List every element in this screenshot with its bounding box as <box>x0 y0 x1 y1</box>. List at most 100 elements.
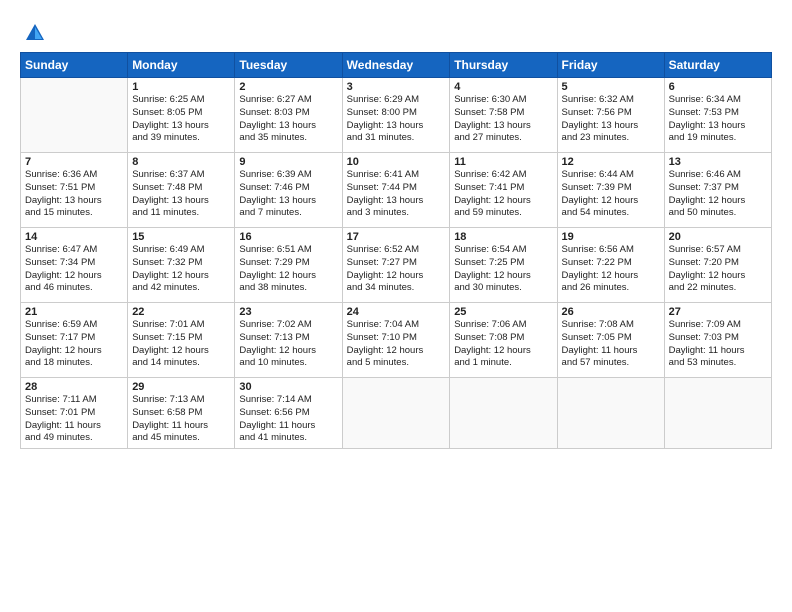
day-info: Sunrise: 6:32 AM Sunset: 7:56 PM Dayligh… <box>562 94 660 145</box>
day-number: 9 <box>239 156 337 168</box>
day-info: Sunrise: 6:59 AM Sunset: 7:17 PM Dayligh… <box>25 319 123 370</box>
day-info: Sunrise: 7:06 AM Sunset: 7:08 PM Dayligh… <box>454 319 552 370</box>
calendar-cell: 3Sunrise: 6:29 AM Sunset: 8:00 PM Daylig… <box>342 78 450 153</box>
calendar-cell: 2Sunrise: 6:27 AM Sunset: 8:03 PM Daylig… <box>235 78 342 153</box>
weekday-header: Monday <box>128 53 235 78</box>
weekday-header: Tuesday <box>235 53 342 78</box>
calendar-cell: 6Sunrise: 6:34 AM Sunset: 7:53 PM Daylig… <box>664 78 771 153</box>
calendar-cell: 21Sunrise: 6:59 AM Sunset: 7:17 PM Dayli… <box>21 303 128 378</box>
calendar-cell: 19Sunrise: 6:56 AM Sunset: 7:22 PM Dayli… <box>557 228 664 303</box>
calendar-week-row: 7Sunrise: 6:36 AM Sunset: 7:51 PM Daylig… <box>21 153 772 228</box>
day-number: 13 <box>669 156 767 168</box>
calendar-cell: 26Sunrise: 7:08 AM Sunset: 7:05 PM Dayli… <box>557 303 664 378</box>
day-number: 23 <box>239 306 337 318</box>
day-number: 25 <box>454 306 552 318</box>
calendar-cell <box>557 378 664 449</box>
day-info: Sunrise: 6:37 AM Sunset: 7:48 PM Dayligh… <box>132 169 230 220</box>
day-info: Sunrise: 7:09 AM Sunset: 7:03 PM Dayligh… <box>669 319 767 370</box>
day-info: Sunrise: 7:04 AM Sunset: 7:10 PM Dayligh… <box>347 319 446 370</box>
day-info: Sunrise: 6:25 AM Sunset: 8:05 PM Dayligh… <box>132 94 230 145</box>
day-number: 30 <box>239 381 337 393</box>
weekday-header: Friday <box>557 53 664 78</box>
calendar-cell: 11Sunrise: 6:42 AM Sunset: 7:41 PM Dayli… <box>450 153 557 228</box>
day-info: Sunrise: 6:46 AM Sunset: 7:37 PM Dayligh… <box>669 169 767 220</box>
day-number: 20 <box>669 231 767 243</box>
day-info: Sunrise: 6:44 AM Sunset: 7:39 PM Dayligh… <box>562 169 660 220</box>
day-info: Sunrise: 7:13 AM Sunset: 6:58 PM Dayligh… <box>132 394 230 445</box>
day-info: Sunrise: 6:29 AM Sunset: 8:00 PM Dayligh… <box>347 94 446 145</box>
calendar-cell: 10Sunrise: 6:41 AM Sunset: 7:44 PM Dayli… <box>342 153 450 228</box>
day-info: Sunrise: 6:27 AM Sunset: 8:03 PM Dayligh… <box>239 94 337 145</box>
calendar-cell <box>664 378 771 449</box>
calendar-week-row: 28Sunrise: 7:11 AM Sunset: 7:01 PM Dayli… <box>21 378 772 449</box>
day-info: Sunrise: 6:49 AM Sunset: 7:32 PM Dayligh… <box>132 244 230 295</box>
calendar-cell: 17Sunrise: 6:52 AM Sunset: 7:27 PM Dayli… <box>342 228 450 303</box>
day-number: 24 <box>347 306 446 318</box>
calendar-cell: 12Sunrise: 6:44 AM Sunset: 7:39 PM Dayli… <box>557 153 664 228</box>
day-info: Sunrise: 6:42 AM Sunset: 7:41 PM Dayligh… <box>454 169 552 220</box>
day-info: Sunrise: 6:34 AM Sunset: 7:53 PM Dayligh… <box>669 94 767 145</box>
calendar-cell <box>21 78 128 153</box>
calendar-cell: 27Sunrise: 7:09 AM Sunset: 7:03 PM Dayli… <box>664 303 771 378</box>
calendar-cell: 20Sunrise: 6:57 AM Sunset: 7:20 PM Dayli… <box>664 228 771 303</box>
day-number: 19 <box>562 231 660 243</box>
day-number: 6 <box>669 81 767 93</box>
day-number: 3 <box>347 81 446 93</box>
calendar-cell: 28Sunrise: 7:11 AM Sunset: 7:01 PM Dayli… <box>21 378 128 449</box>
day-info: Sunrise: 6:57 AM Sunset: 7:20 PM Dayligh… <box>669 244 767 295</box>
calendar-cell: 4Sunrise: 6:30 AM Sunset: 7:58 PM Daylig… <box>450 78 557 153</box>
calendar-cell: 14Sunrise: 6:47 AM Sunset: 7:34 PM Dayli… <box>21 228 128 303</box>
calendar-cell: 9Sunrise: 6:39 AM Sunset: 7:46 PM Daylig… <box>235 153 342 228</box>
day-info: Sunrise: 6:51 AM Sunset: 7:29 PM Dayligh… <box>239 244 337 295</box>
page: SundayMondayTuesdayWednesdayThursdayFrid… <box>0 0 792 612</box>
day-info: Sunrise: 6:41 AM Sunset: 7:44 PM Dayligh… <box>347 169 446 220</box>
calendar-cell: 18Sunrise: 6:54 AM Sunset: 7:25 PM Dayli… <box>450 228 557 303</box>
day-number: 28 <box>25 381 123 393</box>
day-number: 8 <box>132 156 230 168</box>
day-info: Sunrise: 7:14 AM Sunset: 6:56 PM Dayligh… <box>239 394 337 445</box>
calendar-cell: 16Sunrise: 6:51 AM Sunset: 7:29 PM Dayli… <box>235 228 342 303</box>
calendar-cell: 7Sunrise: 6:36 AM Sunset: 7:51 PM Daylig… <box>21 153 128 228</box>
day-number: 4 <box>454 81 552 93</box>
day-number: 27 <box>669 306 767 318</box>
calendar-table: SundayMondayTuesdayWednesdayThursdayFrid… <box>20 52 772 449</box>
day-number: 15 <box>132 231 230 243</box>
day-info: Sunrise: 6:36 AM Sunset: 7:51 PM Dayligh… <box>25 169 123 220</box>
day-info: Sunrise: 7:02 AM Sunset: 7:13 PM Dayligh… <box>239 319 337 370</box>
weekday-header: Saturday <box>664 53 771 78</box>
day-info: Sunrise: 6:54 AM Sunset: 7:25 PM Dayligh… <box>454 244 552 295</box>
calendar-cell: 23Sunrise: 7:02 AM Sunset: 7:13 PM Dayli… <box>235 303 342 378</box>
calendar-cell: 8Sunrise: 6:37 AM Sunset: 7:48 PM Daylig… <box>128 153 235 228</box>
day-info: Sunrise: 6:52 AM Sunset: 7:27 PM Dayligh… <box>347 244 446 295</box>
calendar-cell: 30Sunrise: 7:14 AM Sunset: 6:56 PM Dayli… <box>235 378 342 449</box>
weekday-header: Wednesday <box>342 53 450 78</box>
calendar-week-row: 1Sunrise: 6:25 AM Sunset: 8:05 PM Daylig… <box>21 78 772 153</box>
day-number: 7 <box>25 156 123 168</box>
day-info: Sunrise: 6:56 AM Sunset: 7:22 PM Dayligh… <box>562 244 660 295</box>
day-number: 12 <box>562 156 660 168</box>
day-info: Sunrise: 6:39 AM Sunset: 7:46 PM Dayligh… <box>239 169 337 220</box>
day-number: 11 <box>454 156 552 168</box>
calendar-cell: 24Sunrise: 7:04 AM Sunset: 7:10 PM Dayli… <box>342 303 450 378</box>
logo-icon <box>24 22 46 44</box>
day-number: 16 <box>239 231 337 243</box>
header <box>20 18 772 44</box>
day-number: 26 <box>562 306 660 318</box>
calendar-week-row: 14Sunrise: 6:47 AM Sunset: 7:34 PM Dayli… <box>21 228 772 303</box>
calendar-cell: 1Sunrise: 6:25 AM Sunset: 8:05 PM Daylig… <box>128 78 235 153</box>
calendar-cell: 29Sunrise: 7:13 AM Sunset: 6:58 PM Dayli… <box>128 378 235 449</box>
weekday-header: Sunday <box>21 53 128 78</box>
day-number: 22 <box>132 306 230 318</box>
day-number: 29 <box>132 381 230 393</box>
calendar-week-row: 21Sunrise: 6:59 AM Sunset: 7:17 PM Dayli… <box>21 303 772 378</box>
logo <box>20 22 46 44</box>
day-info: Sunrise: 7:08 AM Sunset: 7:05 PM Dayligh… <box>562 319 660 370</box>
day-info: Sunrise: 7:11 AM Sunset: 7:01 PM Dayligh… <box>25 394 123 445</box>
day-number: 1 <box>132 81 230 93</box>
day-info: Sunrise: 7:01 AM Sunset: 7:15 PM Dayligh… <box>132 319 230 370</box>
calendar-cell: 25Sunrise: 7:06 AM Sunset: 7:08 PM Dayli… <box>450 303 557 378</box>
calendar-cell: 5Sunrise: 6:32 AM Sunset: 7:56 PM Daylig… <box>557 78 664 153</box>
day-number: 17 <box>347 231 446 243</box>
weekday-header: Thursday <box>450 53 557 78</box>
calendar-cell: 15Sunrise: 6:49 AM Sunset: 7:32 PM Dayli… <box>128 228 235 303</box>
